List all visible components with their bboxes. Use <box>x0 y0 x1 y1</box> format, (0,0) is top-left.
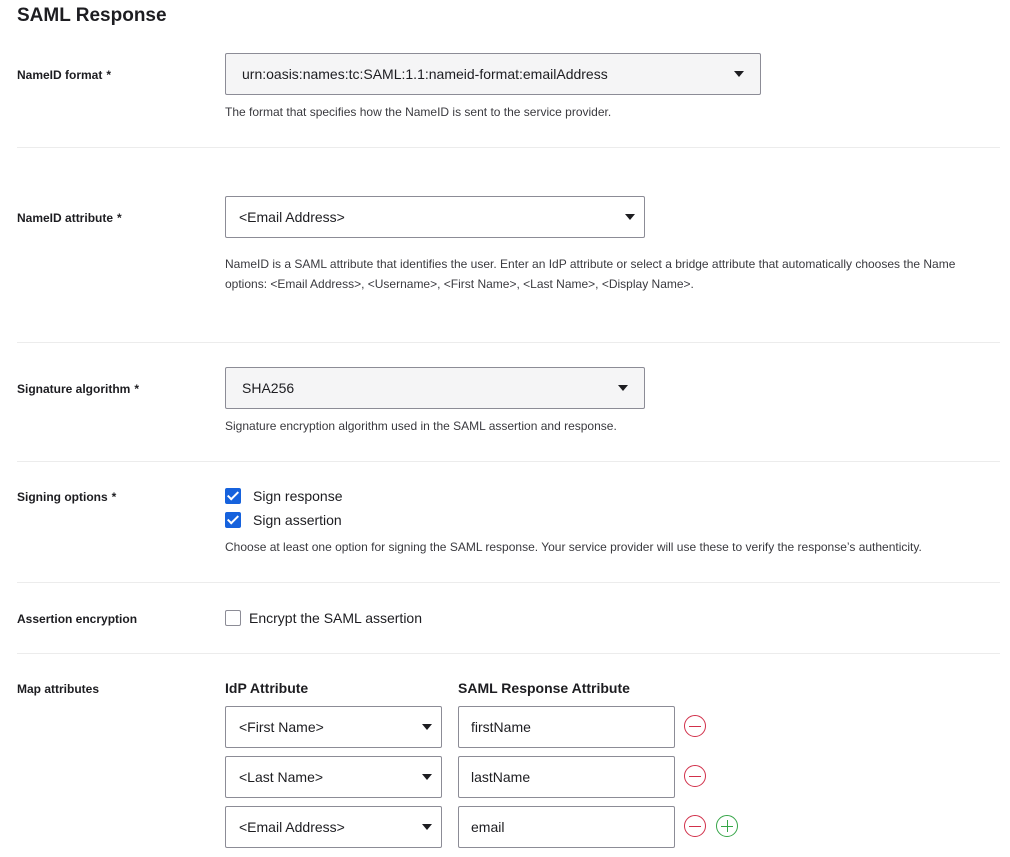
sign-assertion-option[interactable]: Sign assertion <box>225 511 342 529</box>
chevron-down-icon <box>618 385 628 391</box>
saml-attribute-header: SAML Response Attribute <box>458 680 630 696</box>
signature-algorithm-label: Signature algorithm * <box>17 382 139 396</box>
divider <box>17 582 1000 583</box>
nameid-attribute-help-line-2: options: <Email Address>, <Username>, <F… <box>225 277 694 291</box>
nameid-format-label: NameID format * <box>17 68 111 82</box>
idp-attribute-value: <First Name> <box>239 719 324 735</box>
encrypt-assertion-label: Encrypt the SAML assertion <box>249 610 423 626</box>
required-marker: * <box>106 68 112 82</box>
page-title: SAML Response <box>17 5 167 26</box>
sign-response-checkbox[interactable] <box>225 488 241 504</box>
idp-attribute-header: IdP Attribute <box>225 680 309 696</box>
encrypt-assertion-checkbox[interactable] <box>225 610 241 626</box>
signing-options-help: Choose at least one option for signing t… <box>225 540 922 554</box>
signature-algorithm-select[interactable]: SHA256 <box>225 367 645 409</box>
nameid-attribute-label: NameID attribute * <box>17 211 122 225</box>
nameid-attribute-select[interactable]: <Email Address> <box>225 196 645 238</box>
saml-attribute-input[interactable] <box>458 706 675 748</box>
add-row-icon[interactable] <box>716 815 738 837</box>
remove-row-icon[interactable] <box>684 815 706 837</box>
required-marker: * <box>117 211 122 225</box>
nameid-format-label-text: NameID format <box>17 68 103 82</box>
required-marker: * <box>111 490 117 504</box>
nameid-format-select[interactable]: urn:oasis:names:tc:SAML:1.1:nameid-forma… <box>225 53 761 95</box>
divider <box>17 461 1000 462</box>
divider <box>17 342 1000 343</box>
signature-algorithm-value: SHA256 <box>242 380 295 396</box>
signing-options-label: Signing options * <box>17 490 116 504</box>
nameid-format-help: The format that specifies how the NameID… <box>225 105 612 119</box>
map-attributes-label: Map attributes <box>17 682 100 696</box>
sign-response-option[interactable]: Sign response <box>225 487 343 505</box>
chevron-down-icon <box>422 824 432 830</box>
sign-response-label: Sign response <box>253 488 343 504</box>
sign-assertion-label: Sign assertion <box>253 512 342 528</box>
remove-row-icon[interactable] <box>684 715 706 737</box>
chevron-down-icon <box>422 724 432 730</box>
signing-options-label-text: Signing options <box>17 490 108 504</box>
idp-attribute-value: <Last Name> <box>239 769 324 785</box>
divider <box>17 147 1000 148</box>
idp-attribute-value: <Email Address> <box>239 819 345 835</box>
saml-attribute-input[interactable] <box>458 756 675 798</box>
idp-attribute-select[interactable]: <First Name> <box>225 706 442 748</box>
signature-algorithm-label-text: Signature algorithm <box>17 382 131 396</box>
idp-attribute-select[interactable]: <Last Name> <box>225 756 442 798</box>
assertion-encryption-label: Assertion encryption <box>17 612 138 626</box>
encrypt-assertion-option[interactable]: Encrypt the SAML assertion <box>225 609 422 627</box>
chevron-down-icon <box>734 71 744 77</box>
saml-attribute-input[interactable] <box>458 806 675 848</box>
chevron-down-icon <box>422 774 432 780</box>
idp-attribute-select[interactable]: <Email Address> <box>225 806 442 848</box>
remove-row-icon[interactable] <box>684 765 706 787</box>
chevron-down-icon <box>625 214 635 220</box>
divider <box>17 653 1000 654</box>
required-marker: * <box>134 382 140 396</box>
nameid-attribute-value: <Email Address> <box>239 209 345 225</box>
nameid-attribute-help-line-1: NameID is a SAML attribute that identifi… <box>225 257 956 271</box>
sign-assertion-checkbox[interactable] <box>225 512 241 528</box>
nameid-format-value: urn:oasis:names:tc:SAML:1.1:nameid-forma… <box>242 66 608 82</box>
nameid-attribute-label-text: NameID attribute <box>17 211 114 225</box>
signature-algorithm-help: Signature encryption algorithm used in t… <box>225 419 617 433</box>
